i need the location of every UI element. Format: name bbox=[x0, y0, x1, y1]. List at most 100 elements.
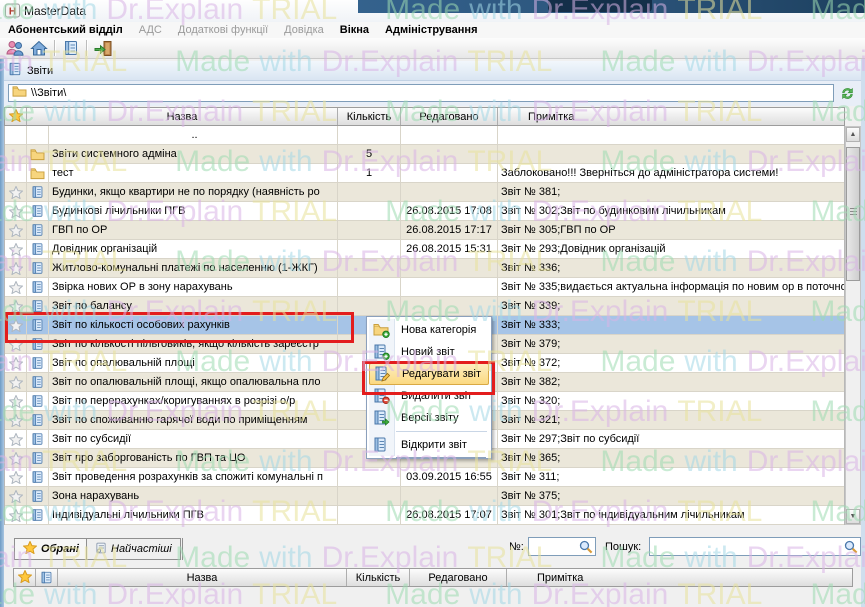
table-row[interactable]: Будинкові лічильники ПГВ26.08.2015 17:08… bbox=[5, 202, 844, 221]
menu-item-адс: АДС bbox=[131, 22, 170, 38]
menu-item-вікна[interactable]: Вікна bbox=[332, 22, 377, 38]
row-icon bbox=[27, 126, 49, 144]
scroll-up-arrow[interactable]: ▲ bbox=[846, 127, 860, 142]
path-field[interactable]: \\Звіти\ bbox=[8, 84, 834, 102]
report-icon bbox=[27, 297, 49, 315]
table-row[interactable]: Будинки, якщо квартири не по порядку (на… bbox=[5, 183, 844, 202]
context-menu-item-report-versions[interactable]: Версії звіту bbox=[369, 407, 489, 429]
table-row[interactable]: ГВП по ОР26.08.2015 17:17Звіт № 305;ГВП … bbox=[5, 221, 844, 240]
favorite-star-icon[interactable] bbox=[5, 202, 27, 220]
report-icon bbox=[27, 278, 49, 296]
menu-item-абонентський-відділ[interactable]: Абонентський відділ bbox=[0, 22, 131, 38]
favorites-column-header[interactable] bbox=[5, 108, 27, 125]
favorite-star-icon[interactable] bbox=[5, 221, 27, 239]
tab-most-frequent[interactable]: Найчастіші bbox=[86, 538, 181, 560]
column-header-note[interactable]: Примітка bbox=[498, 108, 844, 125]
delete-report-icon bbox=[369, 388, 394, 404]
row-note: Звіт № 321; bbox=[498, 411, 844, 429]
favorite-star-icon[interactable] bbox=[5, 449, 27, 467]
table-row[interactable]: Звіти системного адміна5 bbox=[5, 145, 844, 164]
row-edited: 03.09.2015 16:55 bbox=[401, 468, 498, 486]
favorite-star-icon[interactable] bbox=[5, 259, 27, 277]
table-row[interactable]: Звіт по балансуЗвіт № 339; bbox=[5, 297, 844, 316]
row-note: Звіт № 372; bbox=[498, 354, 844, 372]
table-header: Назва Кількість Редаговано Примітка bbox=[4, 107, 845, 126]
row-note: Звіт № 379; bbox=[498, 335, 844, 353]
table-row[interactable]: Житлово-комунальні платежі по населенню … bbox=[5, 259, 844, 278]
exit-icon[interactable] bbox=[91, 39, 115, 58]
column-header-name[interactable]: Назва bbox=[27, 108, 338, 125]
column-header-quantity[interactable]: Кількість bbox=[347, 569, 410, 586]
column-header-edited[interactable]: Редаговано bbox=[401, 108, 498, 125]
search-input[interactable] bbox=[651, 539, 845, 554]
bottom-bar: Обрані Найчастіші №: Пошук: bbox=[4, 536, 861, 562]
row-note: Звіт № 333; bbox=[498, 316, 844, 334]
table-row[interactable]: Довідник організацій26.08.2015 15:31Звіт… bbox=[5, 240, 844, 259]
search-label: Пошук: bbox=[605, 541, 641, 553]
tab-divider bbox=[182, 538, 183, 560]
row-name: Зона нарахувань bbox=[49, 487, 338, 505]
favorite-star-icon[interactable] bbox=[5, 392, 27, 410]
users-icon[interactable] bbox=[3, 39, 27, 58]
column-header-name[interactable]: Назва bbox=[58, 569, 347, 586]
row-name: Звіт по кількості пільговиків, якщо кіль… bbox=[49, 335, 338, 353]
row-name: ГВП по ОР bbox=[49, 221, 338, 239]
menu-item-адміністрування[interactable]: Адміністрування bbox=[377, 22, 485, 38]
scrollbar-thumb[interactable] bbox=[846, 147, 860, 281]
context-menu-item-open-report[interactable]: Відкрити звіт bbox=[369, 434, 489, 456]
tab-favorites[interactable]: Обрані bbox=[14, 538, 88, 560]
favorite-star-icon[interactable] bbox=[5, 183, 27, 201]
favorite-star-icon[interactable] bbox=[5, 373, 27, 391]
report-icon bbox=[27, 183, 49, 201]
row-note bbox=[498, 145, 844, 163]
favorite-star-icon[interactable] bbox=[5, 354, 27, 372]
window-border-right bbox=[861, 59, 865, 607]
context-menu-item-delete-report[interactable]: Видалити звіт bbox=[369, 385, 489, 407]
context-menu-item-label: Редагувати звіт bbox=[395, 368, 481, 380]
favorite-star-icon[interactable] bbox=[5, 468, 27, 486]
report-icon bbox=[27, 221, 49, 239]
home-icon[interactable] bbox=[27, 39, 51, 58]
vertical-scrollbar[interactable]: ▲ ▼ bbox=[845, 126, 861, 525]
favorite-star-icon[interactable] bbox=[5, 278, 27, 296]
favorite-star-icon[interactable] bbox=[5, 240, 27, 258]
menu-bar: Абонентський відділАДСДодаткові функціїД… bbox=[0, 22, 865, 38]
star-icon bbox=[9, 109, 23, 125]
row-quantity bbox=[338, 506, 401, 524]
column-header-note[interactable]: Примітка bbox=[507, 569, 852, 586]
favorite-star-icon[interactable] bbox=[5, 335, 27, 353]
panel-title: Звіти bbox=[4, 61, 861, 81]
row-edited bbox=[401, 183, 498, 201]
search-field[interactable] bbox=[649, 537, 861, 556]
search-icon[interactable] bbox=[843, 539, 859, 560]
report-icon bbox=[27, 449, 49, 467]
scroll-down-arrow[interactable]: ▼ bbox=[846, 509, 860, 524]
table-row[interactable]: Звірка нових ОР в зону нарахуваньЗвіт № … bbox=[5, 278, 844, 297]
context-menu-item-new-report[interactable]: Новий звіт bbox=[369, 341, 489, 363]
favorite-star-icon[interactable] bbox=[5, 487, 27, 505]
column-header-quantity[interactable]: Кількість bbox=[338, 108, 401, 125]
table-row[interactable]: Індивідуальні лічильники ПГВ26.08.2015 1… bbox=[5, 506, 844, 525]
table-row[interactable]: .. bbox=[5, 126, 844, 145]
refresh-icon[interactable] bbox=[837, 84, 857, 102]
number-filter-field[interactable] bbox=[528, 537, 596, 556]
table-row[interactable]: Зона нарахуваньЗвіт № 375; bbox=[5, 487, 844, 506]
row-quantity bbox=[338, 183, 401, 201]
favorite-star-icon[interactable] bbox=[5, 316, 27, 334]
reports-icon[interactable] bbox=[59, 39, 83, 58]
favorite-star-icon[interactable] bbox=[5, 430, 27, 448]
context-menu-item-new-category[interactable]: Нова категорія bbox=[369, 319, 489, 341]
toolbar bbox=[0, 38, 865, 59]
number-filter-input[interactable] bbox=[530, 539, 580, 554]
favorite-star-icon[interactable] bbox=[5, 506, 27, 524]
table-row[interactable]: Звіт проведення розрахунків за спожиті к… bbox=[5, 468, 844, 487]
favorite-star-icon[interactable] bbox=[5, 297, 27, 315]
favorite-star-icon[interactable] bbox=[5, 411, 27, 429]
column-header-edited[interactable]: Редаговано bbox=[410, 569, 507, 586]
background-strip-patch bbox=[548, 0, 652, 12]
table-row[interactable]: тест1Заблоковано!!! Зверніться до адміні… bbox=[5, 164, 844, 183]
row-edited: 26.08.2015 17:07 bbox=[401, 506, 498, 524]
search-icon[interactable] bbox=[578, 539, 594, 560]
context-menu-item-edit-report[interactable]: Редагувати звіт bbox=[369, 363, 489, 385]
favorites-column-header[interactable] bbox=[14, 569, 36, 586]
